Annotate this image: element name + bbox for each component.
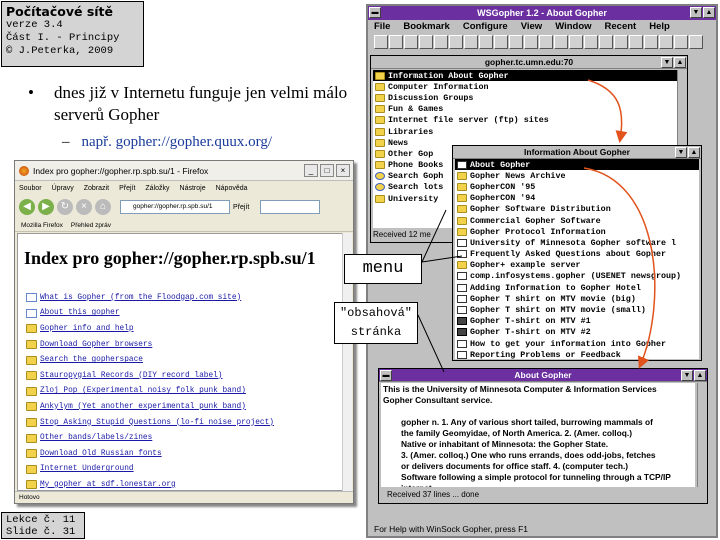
menu-pointer-2 bbox=[421, 255, 463, 263]
arrow-to-about-window bbox=[583, 167, 656, 369]
menu-pointer-1 bbox=[421, 209, 447, 263]
annotation-arrows bbox=[417, 79, 656, 373]
slide-footer: Lekce č. 11 Slide č. 31 bbox=[1, 512, 85, 539]
slide-number: Slide č. 31 bbox=[6, 526, 76, 538]
content-pointer bbox=[417, 314, 445, 373]
arrow-to-info-window bbox=[587, 79, 628, 143]
lesson-number: Lekce č. 11 bbox=[6, 514, 76, 526]
